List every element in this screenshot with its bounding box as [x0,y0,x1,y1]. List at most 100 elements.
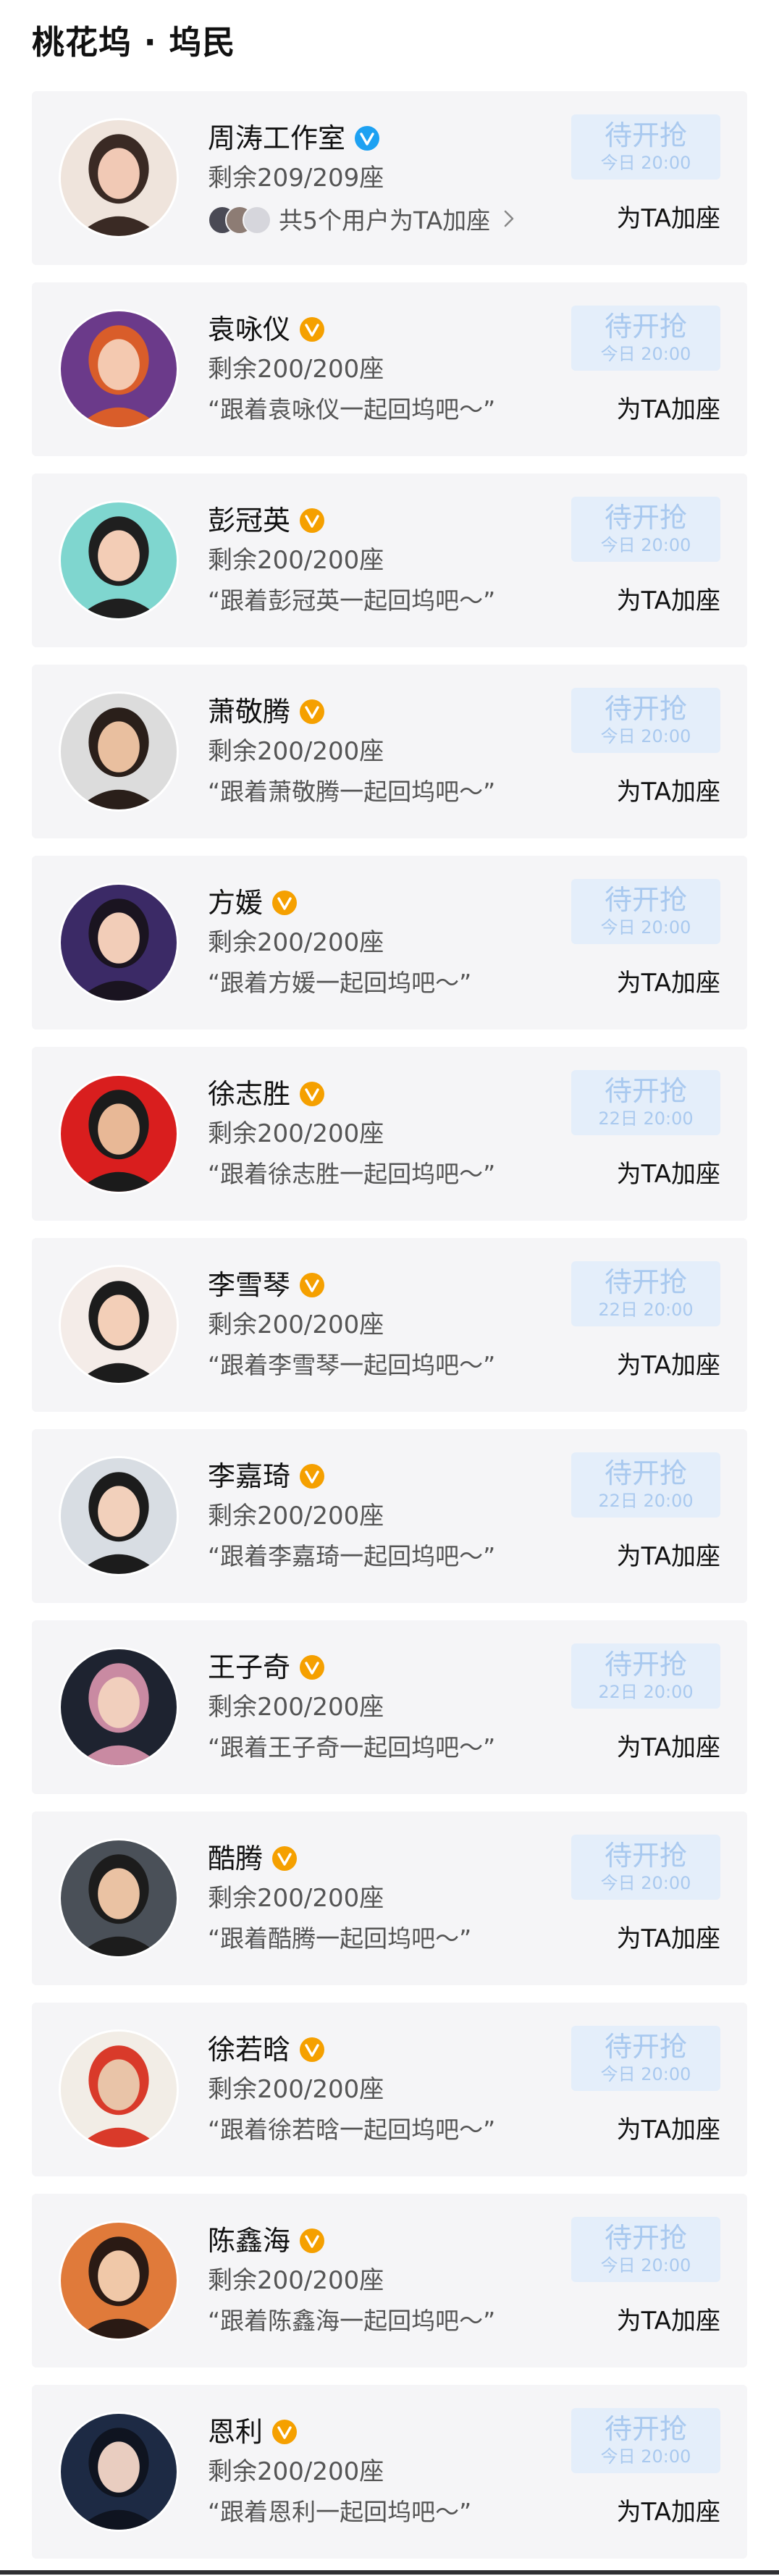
add-seat-button[interactable]: 为TA加座 [571,200,720,237]
celebrity-name[interactable]: 李雪琴 [208,1264,290,1306]
wait-grab-button[interactable]: 待开抢 今日 20:00 [571,2408,720,2473]
add-seat-button[interactable]: 为TA加座 [571,2493,720,2531]
celebrity-name[interactable]: 周涛工作室 [208,117,345,159]
wait-grab-button[interactable]: 待开抢 今日 20:00 [571,2217,720,2282]
add-seat-button[interactable]: 为TA加座 [571,1538,720,1575]
wait-grab-label: 待开抢 [604,119,687,151]
seats-remaining: 剩余200/200座 [208,2457,384,2486]
avatar[interactable] [59,1838,179,1958]
avatar[interactable] [59,2221,179,2341]
seats-remaining: 剩余200/200座 [208,1502,384,1531]
avatar[interactable] [59,500,179,620]
celebrity-card[interactable]: 袁咏仪 剩余200/200座 “跟着袁咏仪一起回坞吧～” 待开抢 今日 20:00 为TA… [32,282,747,456]
celebrity-card[interactable]: 李雪琴 剩余200/200座 “跟着李雪琴一起回坞吧～” 待开抢 22日 20:00 为T… [32,1238,747,1412]
add-seat-button[interactable]: 为TA加座 [571,391,720,429]
celebrity-name[interactable]: 恩利 [208,2411,263,2453]
celebrity-card[interactable]: 方媛 剩余200/200座 “跟着方媛一起回坞吧～” 待开抢 今日 20:00 为TA加座 [32,856,747,1030]
wait-grab-label: 待开抢 [604,2413,687,2445]
helper-avatars [208,204,271,235]
verified-orange-icon [299,2228,325,2254]
seats-remaining: 剩余200/200座 [208,1310,384,1339]
chevron-right-icon [504,210,514,227]
celebrity-name[interactable]: 王子奇 [208,1646,290,1688]
grab-time: 22日 20:00 [598,1300,694,1320]
wait-grab-button[interactable]: 待开抢 22日 20:00 [571,1452,720,1518]
grab-time: 今日 20:00 [600,153,691,173]
card-slogan: “跟着陈鑫海一起回坞吧～” [208,2307,496,2335]
helpers-row[interactable]: 共5个用户为TA加座 [208,200,516,237]
add-seat-button[interactable]: 为TA加座 [571,1156,720,1193]
avatar[interactable] [59,1074,179,1194]
celebrity-card[interactable]: 彭冠英 剩余200/200座 “跟着彭冠英一起回坞吧～” 待开抢 今日 20:00 为TA… [32,473,747,647]
add-seat-button[interactable]: 为TA加座 [571,1729,720,1767]
wait-grab-button[interactable]: 待开抢 今日 20:00 [571,1835,720,1900]
add-seat-button[interactable]: 为TA加座 [571,2302,720,2340]
card-slogan: “跟着萧敬腾一起回坞吧～” [208,778,496,806]
avatar [243,206,271,235]
wait-grab-button[interactable]: 待开抢 今日 20:00 [571,688,720,753]
wait-grab-button[interactable]: 待开抢 22日 20:00 [571,1261,720,1326]
verified-orange-icon [299,1654,325,1680]
name-row: 萧敬腾 [208,691,325,733]
celebrity-name[interactable]: 酷腾 [208,1838,263,1880]
wait-grab-button[interactable]: 待开抢 今日 20:00 [571,879,720,944]
add-seat-button[interactable]: 为TA加座 [571,2111,720,2149]
avatar[interactable] [59,2029,179,2150]
celebrity-card[interactable]: 徐志胜 剩余200/200座 “跟着徐志胜一起回坞吧～” 待开抢 22日 20:00 为T… [32,1047,747,1221]
avatar[interactable] [59,691,179,812]
avatar[interactable] [59,883,179,1003]
seats-remaining: 剩余200/200座 [208,737,384,766]
celebrity-card[interactable]: 周涛工作室剩余209/209座共5个用户为TA加座 待开抢 今日 20:00 为TA加… [32,91,747,265]
verified-orange-icon [271,890,298,916]
grab-time: 22日 20:00 [598,1108,694,1129]
celebrity-card[interactable]: 陈鑫海剩余200/200座 “跟着陈鑫海一起回坞吧～” 待开抢 今日 20:00 为TA… [32,2194,747,2367]
celebrity-card[interactable]: 徐若晗剩余200/200座 “跟着徐若晗一起回坞吧～” 待开抢 今日 20:00 为TA… [32,2003,747,2176]
celebrity-name[interactable]: 萧敬腾 [208,691,290,733]
celebrity-name[interactable]: 李嘉琦 [208,1455,290,1497]
wait-grab-label: 待开抢 [604,1075,687,1107]
verified-blue-icon [354,125,380,151]
add-seat-button[interactable]: 为TA加座 [571,773,720,811]
verified-orange-icon [271,2419,298,2445]
celebrity-name[interactable]: 袁咏仪 [208,308,290,350]
seats-remaining: 剩余200/200座 [208,546,384,575]
verified-orange-icon [299,699,325,725]
celebrity-name[interactable]: 方媛 [208,882,263,924]
avatar[interactable] [59,118,179,238]
wait-grab-button[interactable]: 待开抢 今日 20:00 [571,306,720,371]
celebrity-list: 周涛工作室 剩余209/209座 共5个用户为TA加座 待开抢 今日 20:00 为TA加… [32,91,747,2576]
wait-grab-button[interactable]: 待开抢 今日 20:00 [571,114,720,180]
wait-grab-button[interactable]: 待开抢 今日 20:00 [571,2026,720,2091]
wait-grab-button[interactable]: 待开抢 22日 20:00 [571,1643,720,1709]
add-seat-button[interactable]: 为TA加座 [571,582,720,620]
avatar[interactable] [59,1456,179,1576]
avatar[interactable] [59,2412,179,2532]
add-seat-button[interactable]: 为TA加座 [571,1920,720,1958]
add-seat-button[interactable]: 为TA加座 [571,964,720,1002]
celebrity-card[interactable]: 恩利 剩余200/200座 “跟着恩利一起回坞吧～” 待开抢 今日 20:00 为TA加座 [32,2385,747,2559]
celebrity-card[interactable]: 王子奇 剩余200/200座 “跟着王子奇一起回坞吧～” 待开抢 22日 20:00 为T… [32,1620,747,1794]
celebrity-card[interactable]: 萧敬腾剩余200/200座 “跟着萧敬腾一起回坞吧～” 待开抢 今日 20:00 为TA… [32,665,747,838]
card-slogan: “跟着袁咏仪一起回坞吧～” [208,395,496,424]
card-slogan: “跟着徐志胜一起回坞吧～” [208,1160,496,1188]
avatar[interactable] [59,309,179,429]
card-slogan: “跟着徐若晗一起回坞吧～” [208,2116,496,2144]
wait-grab-button[interactable]: 待开抢 22日 20:00 [571,1070,720,1135]
celebrity-name[interactable]: 徐若晗 [208,2029,290,2071]
avatar[interactable] [59,1647,179,1767]
celebrity-name[interactable]: 徐志胜 [208,1073,290,1115]
seats-remaining: 剩余200/200座 [208,2075,384,2104]
celebrity-name[interactable]: 陈鑫海 [208,2220,290,2262]
avatar[interactable] [59,1265,179,1385]
grab-time: 今日 20:00 [600,1873,691,1893]
seats-remaining: 剩余200/200座 [208,2266,384,2295]
celebrity-name[interactable]: 彭冠英 [208,500,290,542]
celebrity-card[interactable]: 李嘉琦 剩余200/200座 “跟着李嘉琦一起回坞吧～” 待开抢 22日 20:00 为T… [32,1429,747,1603]
add-seat-button[interactable]: 为TA加座 [571,1347,720,1384]
seats-remaining: 剩余209/209座 [208,164,384,193]
name-row: 李雪琴 [208,1264,325,1306]
celebrity-card[interactable]: 酷腾 剩余200/200座 “跟着酷腾一起回坞吧～” 待开抢 今日 20:00 为TA加座 [32,1811,747,1985]
wait-grab-button[interactable]: 待开抢 今日 20:00 [571,497,720,562]
wait-grab-label: 待开抢 [604,1266,687,1298]
name-row: 陈鑫海 [208,2220,325,2262]
